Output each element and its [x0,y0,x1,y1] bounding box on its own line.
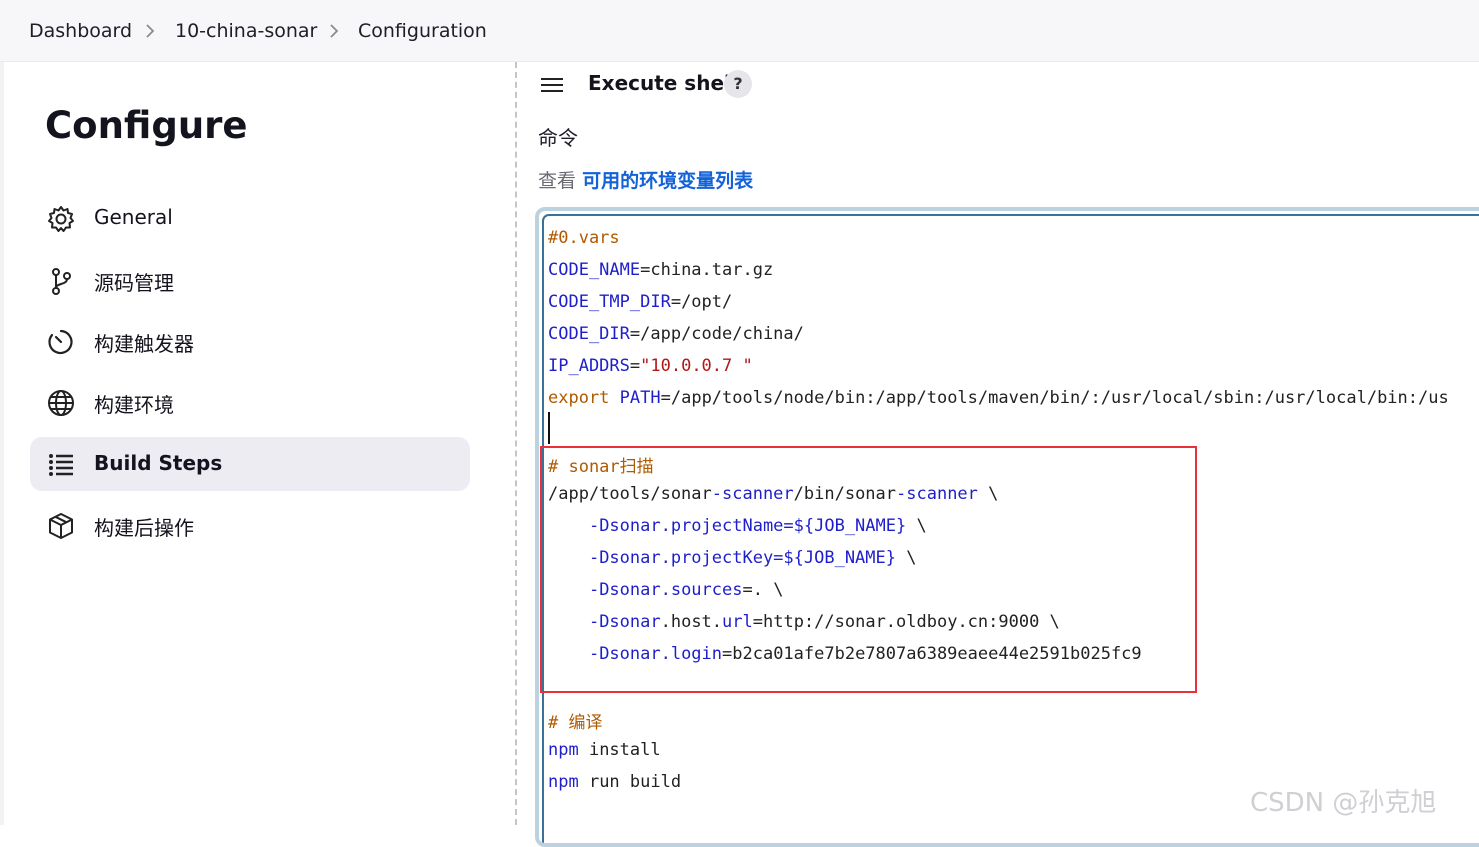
watermark: CSDN @孙克旭 [1250,788,1437,818]
text-cursor [548,412,550,444]
sidebar-item-label: 构建环境 [94,393,174,417]
code-value: =/opt/ [670,292,733,312]
breadcrumb-dashboard[interactable]: Dashboard [29,20,132,42]
help-button[interactable]: ? [724,70,752,98]
breadcrumb-job[interactable]: 10-china-sonar [175,20,317,42]
git-branch-icon [52,268,71,295]
code-keyword: export [548,388,610,408]
chevron-right-icon [146,24,155,38]
code-var: IP_ADDRS [548,356,630,376]
env-vars-link[interactable]: 可用的环境变量列表 [582,170,753,192]
code-var: CODE_TMP_DIR [548,292,671,312]
sidebar-item-general[interactable]: General [30,191,470,245]
code-value: = [629,356,641,376]
code-keyword: npm [548,740,579,760]
code-comment: #0.vars [548,228,620,248]
code-value: =china.tar.gz [640,260,774,280]
breadcrumb: Dashboard 10-china-sonar Configuration [0,0,1479,62]
code-value: =/app/tools/node/bin:/app/tools/maven/bi… [660,388,1449,408]
command-label: 命令 [538,126,578,150]
step-title: Execute shell [588,71,738,95]
code-line: export PATH=/app/tools/node/bin:/app/too… [548,388,1474,408]
section-divider [515,62,517,825]
sidebar-item-label: 构建后操作 [94,516,194,540]
sidebar-item-build-steps[interactable]: Build Steps [30,437,470,491]
code-value: run build [578,772,682,792]
sidebar-item-label: Build Steps [94,451,223,475]
drag-handle-icon[interactable] [540,76,564,94]
code-comment: # 编译 [548,713,603,733]
sidebar-item-triggers[interactable]: 构建触发器 [30,314,470,368]
left-edge [0,62,4,825]
code-value: =/app/code/china/ [629,324,804,344]
list-icon [49,454,73,476]
env-vars-line: 查看 可用的环境变量列表 [538,166,753,193]
code-keyword: npm [548,772,579,792]
chevron-right-icon [330,24,339,38]
sidebar-item-environment[interactable]: 构建环境 [30,375,470,429]
code-line: IP_ADDRS="10.0.0.7 " [548,356,753,376]
code-line: npm install [548,740,661,760]
code-line: npm run build [548,772,681,792]
env-prefix: 查看 [538,170,577,192]
gear-icon [48,206,74,232]
sidebar-item-source[interactable]: 源码管理 [30,253,470,307]
code-string: "10.0.0.7 " [640,356,753,376]
page-title: Configure [45,104,248,147]
code-var: CODE_DIR [548,324,630,344]
sidebar-item-post-build[interactable]: 构建后操作 [30,498,470,552]
code-line: CODE_DIR=/app/code/china/ [548,324,804,344]
clock-icon [48,329,73,355]
highlight-box [540,446,1197,693]
code-line: CODE_TMP_DIR=/opt/ [548,292,732,312]
globe-icon [48,390,74,416]
breadcrumb-configuration[interactable]: Configuration [358,20,487,42]
code-value: install [578,740,661,760]
code-var: CODE_NAME [548,260,641,280]
code-var: PATH [619,388,661,408]
sidebar-item-label: 源码管理 [94,271,174,295]
package-icon [49,513,73,539]
sidebar-item-label: 构建触发器 [94,332,194,356]
code-line: # 编译 [548,708,602,733]
sidebar-item-label: General [94,205,173,229]
code-line: CODE_NAME=china.tar.gz [548,260,773,280]
code-line: #0.vars [548,228,620,248]
